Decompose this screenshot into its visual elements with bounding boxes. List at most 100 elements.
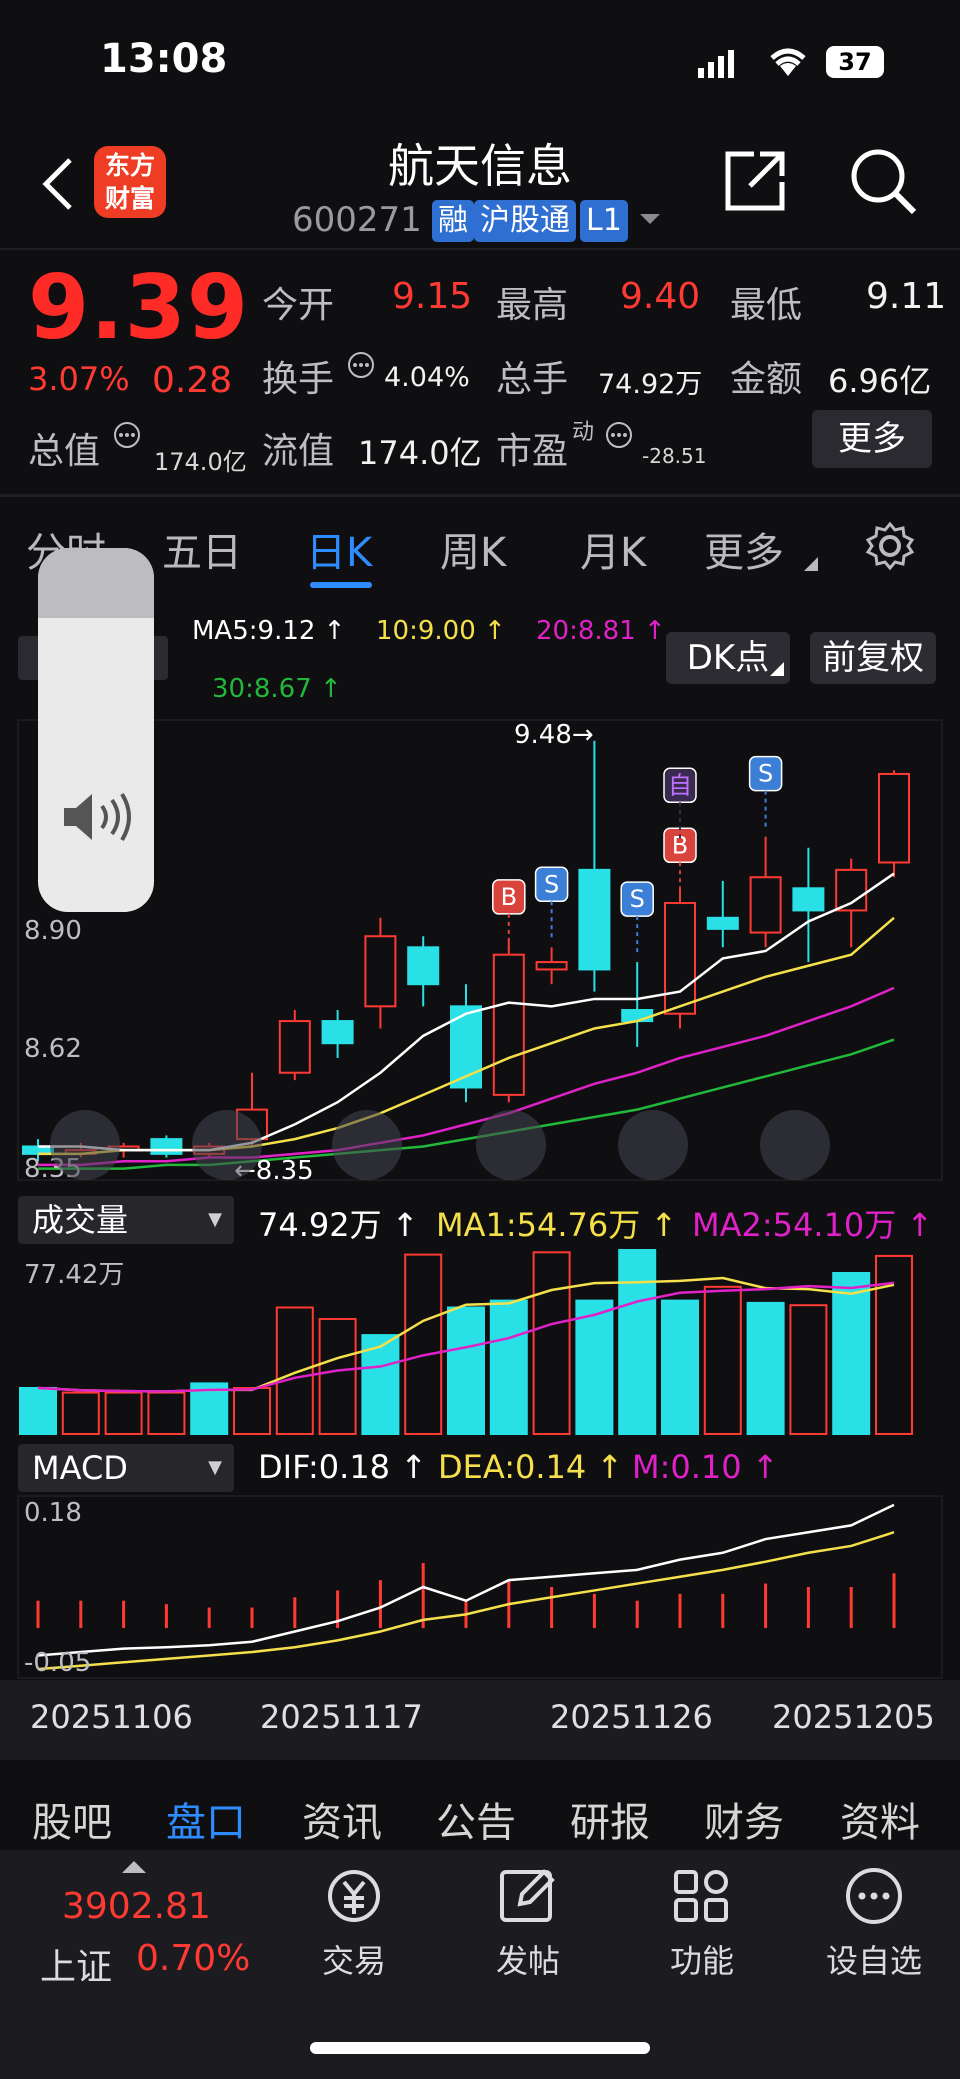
chart-nav-first[interactable]	[50, 1110, 120, 1180]
btab-handicap[interactable]: 盘口	[166, 1790, 246, 1848]
x-tick-2: 20251117	[260, 1698, 423, 1736]
volume-ma1: MA1:54.76万 ↑	[436, 1206, 678, 1244]
candle-up	[878, 772, 910, 864]
macd-y-top: 0.18	[24, 1498, 82, 1528]
candle-up	[535, 961, 568, 971]
volume-y-top: 77.42万	[24, 1260, 125, 1290]
change-pct: 3.07%	[28, 360, 130, 398]
label-low: 最低	[730, 285, 803, 326]
volume-bar-up	[147, 1391, 186, 1436]
candle-up	[749, 876, 782, 934]
macd-y-bottom: -0.05	[24, 1648, 92, 1678]
btab-announcement[interactable]: 公告	[436, 1790, 516, 1848]
btab-finance[interactable]: 财务	[704, 1790, 784, 1848]
x-tick-3: 20251126	[550, 1698, 713, 1736]
quote-divider	[0, 494, 960, 497]
stock-code: 600271	[292, 200, 422, 240]
macd-dea: DEA:0.14 ↑	[438, 1448, 624, 1486]
more-dots-icon[interactable]	[844, 1866, 904, 1930]
post-icon[interactable]	[498, 1866, 558, 1930]
add-watchlist-label: 设自选	[825, 1942, 922, 1980]
volume-bar-down	[618, 1249, 657, 1435]
candle-down	[321, 1020, 354, 1045]
adjust-button[interactable]: 前复权	[810, 632, 936, 684]
function-label: 功能	[669, 1942, 734, 1980]
label-turnover: 换手	[262, 359, 335, 400]
more-button[interactable]: 更多	[812, 410, 932, 468]
share-icon[interactable]	[720, 146, 790, 220]
settings-gear-icon[interactable]	[864, 520, 916, 576]
label-amount: 金额	[730, 359, 803, 400]
volume-chart[interactable]	[0, 1246, 960, 1436]
ma10-label: 10:9.00 ↑	[376, 616, 506, 646]
chart-nav-fullscreen[interactable]	[760, 1110, 830, 1180]
macd-dif: DIF:0.18 ↑	[258, 1448, 428, 1486]
function-grid-icon[interactable]	[672, 1866, 732, 1930]
ma30-label: 30:8.67 ↑	[212, 674, 342, 704]
battery-level: 37	[838, 48, 872, 76]
label-mktcap: 总值	[28, 431, 101, 472]
info-icon[interactable]	[604, 420, 634, 454]
candle-down	[578, 868, 611, 971]
label-pe: 市盈	[496, 431, 569, 472]
tag-margin: 融	[432, 200, 474, 242]
chart-nav-zoom-out[interactable]	[192, 1110, 262, 1180]
candle-up	[492, 953, 525, 1096]
macd-selector[interactable]: MACD ▼	[18, 1444, 234, 1492]
dk-point-label: DK点	[686, 638, 770, 678]
ma20-label: 20:8.81 ↑	[536, 616, 666, 646]
tab-weekly-k[interactable]: 周K	[440, 520, 506, 578]
btab-forum[interactable]: 股吧	[32, 1790, 112, 1848]
tab-more[interactable]: 更多	[704, 520, 784, 578]
btab-profile[interactable]: 资料	[840, 1790, 920, 1848]
caret-up-icon	[122, 1858, 146, 1877]
tab-active-indicator	[310, 582, 372, 588]
volume-bar-up	[104, 1391, 143, 1436]
y-tick-890: 8.90	[24, 916, 82, 946]
macd-frame	[17, 1495, 943, 1679]
candle-down	[407, 946, 440, 986]
label-float: 流值	[262, 431, 335, 472]
tab-more-caret-icon	[804, 556, 818, 575]
info-icon[interactable]	[346, 350, 376, 384]
btab-research[interactable]: 研报	[570, 1790, 650, 1848]
search-icon[interactable]	[848, 146, 918, 220]
value-low: 9.11	[866, 276, 947, 317]
info-icon[interactable]	[112, 420, 142, 454]
volume-selector[interactable]: 成交量 ▼	[18, 1196, 234, 1244]
chart-nav-zoom-in[interactable]	[332, 1110, 402, 1180]
macd-chart[interactable]	[0, 1494, 960, 1680]
macd-title: MACD	[32, 1449, 128, 1487]
change-value: 0.28	[152, 360, 233, 401]
btab-news[interactable]: 资讯	[302, 1790, 382, 1848]
volume-bar-up	[532, 1251, 571, 1435]
index-value[interactable]: 3902.81	[62, 1886, 211, 1927]
volume-hud	[38, 548, 154, 912]
value-mktcap: 174.0亿	[154, 448, 247, 476]
volume-bar-up	[275, 1306, 314, 1435]
trade-icon[interactable]	[322, 1866, 386, 1930]
chart-nav-prev[interactable]	[476, 1110, 546, 1180]
chart-nav-next[interactable]	[618, 1110, 688, 1180]
volume-bar-down	[746, 1301, 785, 1436]
x-tick-4: 20251205	[772, 1698, 935, 1736]
tab-monthly-k[interactable]: 月K	[580, 520, 646, 578]
volume-bar-down	[19, 1387, 57, 1435]
svg-text:S: S	[544, 870, 559, 898]
value-volume: 74.92万	[598, 369, 703, 400]
value-amount: 6.96亿	[828, 362, 932, 400]
dropdown-icon[interactable]	[638, 212, 662, 232]
ma5-label: MA5:9.12 ↑	[192, 616, 346, 646]
svg-text:B: B	[501, 883, 517, 911]
tab-five-day[interactable]: 五日	[162, 520, 242, 578]
svg-text:S: S	[758, 760, 773, 788]
dif-line	[37, 1503, 895, 1657]
svg-text:自: 自	[668, 771, 692, 799]
sell-signal: S	[534, 866, 569, 938]
last-price: 9.39	[28, 256, 250, 359]
volume-bar-up	[875, 1254, 913, 1435]
value-pe: -28.51	[642, 444, 707, 468]
candle-down	[150, 1138, 183, 1155]
tab-daily-k[interactable]: 日K	[306, 520, 372, 578]
dk-point-button[interactable]: DK点	[666, 632, 790, 684]
